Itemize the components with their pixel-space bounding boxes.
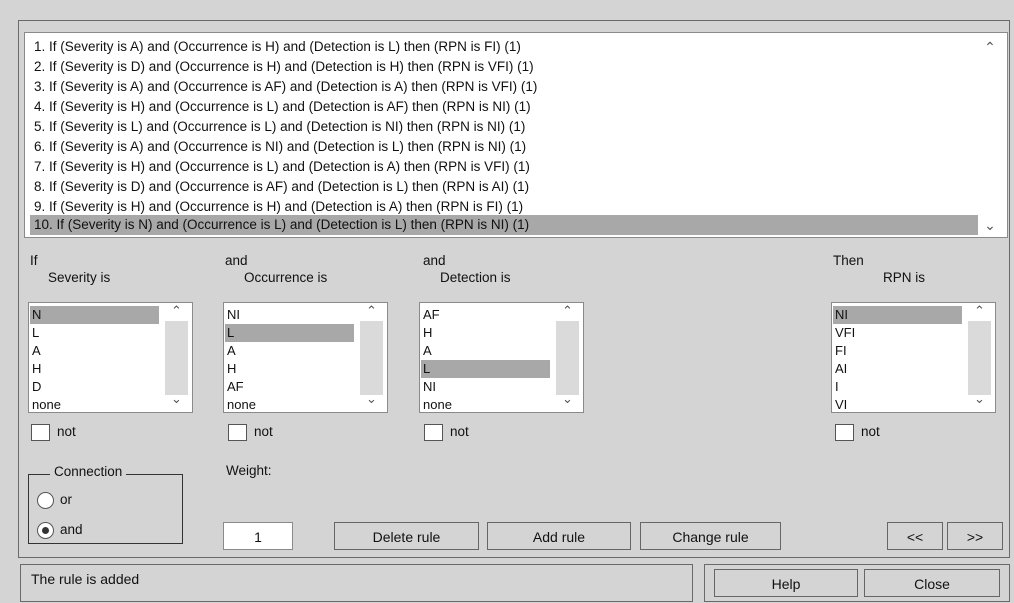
close-button[interactable]: Close [864, 569, 1000, 597]
rpn-option[interactable]: I [833, 378, 962, 396]
severity-option[interactable]: N [30, 306, 159, 324]
severity-not-label: not [57, 424, 76, 439]
detection-not-checkbox[interactable] [424, 424, 443, 441]
severity-prefix: If [30, 253, 38, 268]
rule-item[interactable]: 6. If (Severity is A) and (Occurrence is… [34, 137, 526, 157]
occurrence-option[interactable]: A [225, 342, 354, 360]
occurrence-not-checkbox[interactable] [228, 424, 247, 441]
rule-item-selected[interactable]: 10. If (Severity is N) and (Occurrence i… [30, 215, 978, 235]
connection-title: Connection [50, 464, 127, 479]
chevron-up-icon[interactable]: ⌃ [964, 303, 995, 319]
rules-list[interactable]: 1. If (Severity is A) and (Occurrence is… [24, 32, 1008, 238]
detection-not-label: not [450, 424, 469, 439]
and-label: and [60, 522, 83, 537]
detection-prefix: and [423, 253, 446, 268]
detection-option[interactable]: H [421, 324, 550, 342]
detection-option[interactable]: NI [421, 378, 550, 396]
severity-option[interactable]: D [30, 378, 159, 396]
detection-option[interactable]: A [421, 342, 550, 360]
rule-item[interactable]: 9. If (Severity is H) and (Occurrence is… [34, 197, 523, 217]
or-label: or [60, 492, 73, 507]
rule-item[interactable]: 8. If (Severity is D) and (Occurrence is… [34, 177, 529, 197]
occurrence-listbox[interactable]: NI L A H AF none ⌃ ⌄ [223, 302, 388, 413]
occurrence-option[interactable]: NI [225, 306, 354, 324]
rpn-option[interactable]: AI [833, 360, 962, 378]
status-message: The rule is added [20, 564, 693, 602]
detection-option[interactable]: AF [421, 306, 550, 324]
rpn-option[interactable]: FI [833, 342, 962, 360]
rule-item[interactable]: 2. If (Severity is D) and (Occurrence is… [34, 57, 534, 77]
rule-item[interactable]: 1. If (Severity is A) and (Occurrence is… [34, 37, 521, 57]
rpn-prefix: Then [833, 253, 864, 268]
rpn-option[interactable]: VI [833, 396, 962, 412]
occurrence-prefix: and [225, 253, 248, 268]
detection-option[interactable]: L [421, 360, 550, 378]
rule-item[interactable]: 7. If (Severity is H) and (Occurrence is… [34, 157, 530, 177]
detection-listbox[interactable]: AF H A L NI none ⌃ ⌄ [419, 302, 584, 413]
rpn-not-label: not [861, 424, 880, 439]
severity-scrollbar[interactable]: ⌃ ⌄ [161, 303, 192, 412]
chevron-up-icon[interactable]: ⌃ [161, 303, 192, 319]
chevron-down-icon[interactable]: ⌄ [964, 391, 995, 407]
add-rule-button[interactable]: Add rule [487, 522, 631, 550]
rpn-title: RPN is [883, 270, 926, 285]
chevron-down-icon[interactable]: ⌄ [552, 391, 583, 407]
occurrence-option[interactable]: none [225, 396, 354, 412]
rpn-scrollbar[interactable]: ⌃ ⌄ [964, 303, 995, 412]
occurrence-option[interactable]: H [225, 360, 354, 378]
occurrence-option[interactable]: L [225, 324, 354, 342]
detection-option[interactable]: none [421, 396, 550, 412]
chevron-down-icon[interactable]: ⌄ [356, 391, 387, 407]
severity-option[interactable]: H [30, 360, 159, 378]
rpn-listbox[interactable]: NI VFI FI AI I VI ⌃ ⌄ [831, 302, 996, 413]
detection-title: Detection is [440, 270, 511, 285]
help-button[interactable]: Help [714, 569, 858, 597]
scroll-track[interactable] [968, 321, 991, 395]
severity-not-checkbox[interactable] [31, 424, 50, 441]
chevron-down-icon[interactable]: ⌄ [983, 217, 997, 234]
severity-title: Severity is [48, 270, 111, 285]
change-rule-button[interactable]: Change rule [640, 522, 781, 550]
rpn-not-checkbox[interactable] [835, 424, 854, 441]
chevron-up-icon[interactable]: ⌃ [983, 39, 997, 56]
rpn-option[interactable]: VFI [833, 324, 962, 342]
rule-item[interactable]: 5. If (Severity is L) and (Occurrence is… [34, 117, 525, 137]
detection-scrollbar[interactable]: ⌃ ⌄ [552, 303, 583, 412]
scroll-track[interactable] [360, 321, 383, 395]
occurrence-scrollbar[interactable]: ⌃ ⌄ [356, 303, 387, 412]
occurrence-title: Occurrence is [244, 270, 328, 285]
chevron-up-icon[interactable]: ⌃ [356, 303, 387, 319]
scroll-track[interactable] [165, 321, 188, 395]
scroll-track[interactable] [556, 321, 579, 395]
chevron-up-icon[interactable]: ⌃ [552, 303, 583, 319]
prev-rule-button[interactable]: << [887, 522, 943, 550]
rule-item[interactable]: 4. If (Severity is H) and (Occurrence is… [34, 97, 531, 117]
next-rule-button[interactable]: >> [947, 522, 1003, 550]
rpn-option[interactable]: NI [833, 306, 962, 324]
severity-option[interactable]: A [30, 342, 159, 360]
occurrence-option[interactable]: AF [225, 378, 354, 396]
weight-input[interactable]: 1 [223, 522, 293, 550]
rule-item[interactable]: 3. If (Severity is A) and (Occurrence is… [34, 77, 537, 97]
and-radio[interactable] [37, 522, 54, 539]
occurrence-not-label: not [254, 424, 273, 439]
or-radio[interactable] [37, 492, 54, 509]
weight-label: Weight: [226, 463, 272, 478]
severity-option[interactable]: L [30, 324, 159, 342]
delete-rule-button[interactable]: Delete rule [334, 522, 479, 550]
severity-listbox[interactable]: N L A H D none ⌃ ⌄ [28, 302, 193, 413]
chevron-down-icon[interactable]: ⌄ [161, 391, 192, 407]
severity-option[interactable]: none [30, 396, 159, 412]
